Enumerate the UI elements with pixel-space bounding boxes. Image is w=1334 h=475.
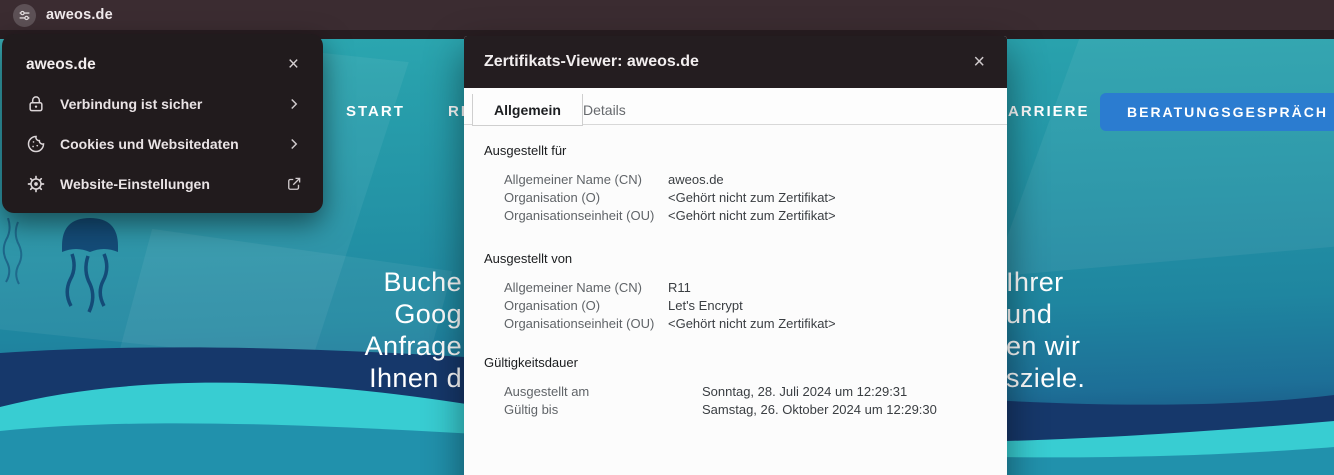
- field-label: Organisation (O): [504, 190, 601, 205]
- popup-title: aweos.de: [26, 55, 96, 73]
- field-value: Let's Encrypt: [668, 298, 743, 313]
- cert-field-row: Organisationseinheit (OU) <Gehört nicht …: [504, 315, 987, 333]
- lock-icon: [29, 96, 43, 112]
- field-label: Allgemeiner Name (CN): [504, 280, 642, 295]
- diagonal-shape: [992, 0, 1334, 277]
- section-heading: Ausgestellt für: [484, 143, 567, 158]
- field-value: aweos.de: [668, 172, 724, 187]
- screen: START RI ARRIERE BERATUNGSGESPRÄCH Buche…: [0, 0, 1334, 475]
- field-label: Allgemeiner Name (CN): [504, 172, 642, 187]
- site-settings-badge[interactable]: [13, 3, 36, 27]
- cert-field-row: Organisationseinheit (OU) <Gehört nicht …: [504, 207, 987, 225]
- dialog-title: Zertifikats-Viewer: aweos.de: [484, 53, 699, 70]
- certificate-viewer-dialog: Zertifikats-Viewer: aweos.de × Allgemein…: [464, 36, 1007, 475]
- menu-item-connection-secure[interactable]: Verbindung ist sicher: [2, 84, 323, 124]
- chevron-right-icon: [291, 138, 298, 150]
- cert-field-row: Allgemeiner Name (CN) R11: [504, 279, 987, 297]
- cert-field-row: Ausgestellt am Sonntag, 28. Juli 2024 um…: [504, 383, 987, 401]
- field-value: <Gehört nicht zum Zertifikat>: [668, 316, 836, 331]
- menu-item-label: Website-Einstellungen: [60, 176, 210, 192]
- field-value: Sonntag, 28. Juli 2024 um 12:29:31: [702, 384, 908, 399]
- dialog-close-button[interactable]: ×: [969, 48, 989, 76]
- cert-field-row: Gültig bis Samstag, 26. Oktober 2024 um …: [504, 401, 987, 419]
- browser-address-bar[interactable]: aweos.de: [0, 0, 1334, 30]
- hero-heading-left-fragment: Buche Goog Anfrage Ihnen d: [364, 267, 462, 393]
- section-heading: Gültigkeitsdauer: [484, 355, 578, 370]
- tune-icon: [19, 10, 30, 20]
- section-issued-by: Ausgestellt von Allgemeiner Name (CN) R1…: [484, 251, 987, 333]
- popup-close-button[interactable]: ×: [284, 51, 303, 78]
- field-label: Organisationseinheit (OU): [504, 316, 655, 331]
- certificate-content: Ausgestellt für Allgemeiner Name (CN) aw…: [464, 125, 1007, 419]
- section-heading: Ausgestellt von: [484, 251, 573, 266]
- popup-header: aweos.de ×: [2, 34, 323, 84]
- external-link-icon: [288, 177, 301, 190]
- section-issued-to: Ausgestellt für Allgemeiner Name (CN) aw…: [484, 143, 987, 225]
- cert-field-row: Organisation (O) Let's Encrypt: [504, 297, 987, 315]
- field-value: <Gehört nicht zum Zertifikat>: [668, 190, 836, 205]
- menu-item-label: Cookies und Websitedaten: [60, 136, 239, 152]
- menu-item-label: Verbindung ist sicher: [60, 96, 203, 112]
- gear-icon: [27, 175, 45, 193]
- menu-item-site-settings[interactable]: Website-Einstellungen: [2, 164, 323, 204]
- field-label: Organisationseinheit (OU): [504, 208, 655, 223]
- beratungsgespraech-button[interactable]: BERATUNGSGESPRÄCH: [1100, 93, 1334, 131]
- cert-field-row: Allgemeiner Name (CN) aweos.de: [504, 171, 987, 189]
- menu-item-cookies[interactable]: Cookies und Websitedaten: [2, 124, 323, 164]
- field-label: Ausgestellt am: [504, 384, 590, 399]
- section-validity: Gültigkeitsdauer Ausgestellt am Sonntag,…: [484, 355, 987, 419]
- site-info-popup: aweos.de × Verbindung ist sicher Cookies…: [2, 34, 323, 213]
- field-value: R11: [668, 280, 691, 295]
- field-label: Gültig bis: [504, 402, 559, 417]
- nav-item-partial-right[interactable]: ARRIERE: [1008, 90, 1090, 134]
- nav-item-start[interactable]: START: [346, 90, 405, 134]
- hero-heading-right-fragment: Ihrer und en wir sziele.: [1006, 267, 1086, 393]
- url-text[interactable]: aweos.de: [46, 7, 113, 23]
- field-value: Samstag, 26. Oktober 2024 um 12:29:30: [702, 402, 937, 417]
- tab-allgemein[interactable]: Allgemein: [472, 94, 583, 126]
- field-label: Organisation (O): [504, 298, 601, 313]
- chevron-right-icon: [291, 98, 298, 110]
- cookie-icon: [27, 135, 45, 153]
- field-value: <Gehört nicht zum Zertifikat>: [668, 208, 836, 223]
- cert-field-row: Organisation (O) <Gehört nicht zum Zerti…: [504, 189, 987, 207]
- dialog-header[interactable]: Zertifikats-Viewer: aweos.de ×: [464, 36, 1007, 88]
- dialog-tabstrip: Allgemein Details: [464, 88, 1007, 126]
